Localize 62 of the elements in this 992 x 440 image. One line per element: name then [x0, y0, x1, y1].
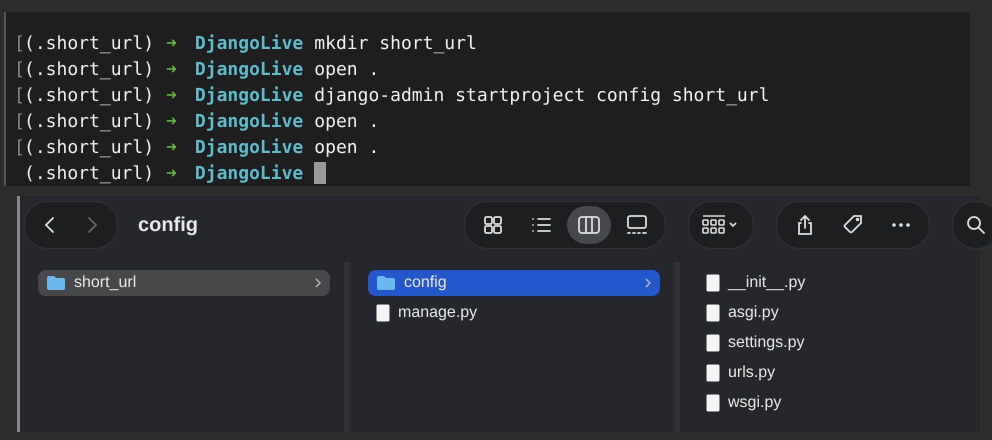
prompt-directory: DjangoLive	[194, 162, 304, 184]
grid-view-icon	[481, 213, 505, 237]
file-name: asgi.py	[728, 304, 780, 322]
command-text: open .	[314, 136, 380, 158]
command-text: mkdir short_url	[314, 32, 477, 54]
file-name: settings.py	[728, 334, 806, 352]
chevron-icon	[314, 278, 322, 288]
file-icon	[706, 304, 720, 322]
chevron-icon	[644, 278, 652, 288]
line-marker: [	[14, 32, 24, 54]
command-text: open .	[314, 110, 380, 132]
file-list-item[interactable]: manage.py	[368, 300, 660, 326]
gallery-view-icon	[625, 213, 649, 237]
file-list-item[interactable]: __init__.py	[698, 270, 966, 296]
file-list-item[interactable]: settings.py	[698, 330, 966, 356]
terminal-cursor	[314, 162, 326, 184]
view-button[interactable]	[567, 206, 611, 244]
prompt-arrow: ➜	[166, 84, 177, 106]
file-name: __init__.py	[728, 274, 806, 292]
file-icon	[376, 304, 390, 322]
prompt-env: (.short_url)	[24, 110, 154, 132]
prompt-directory: DjangoLive	[194, 84, 304, 106]
file-list-item[interactable]: asgi.py	[698, 300, 966, 326]
more-icon	[892, 223, 910, 227]
file-list-item[interactable]: config	[368, 270, 660, 296]
command-text: django-admin startproject config short_url	[314, 84, 770, 106]
file-name: short_url	[74, 274, 138, 292]
prompt-arrow: ➜	[166, 110, 177, 132]
file-name: manage.py	[398, 304, 478, 322]
file-icon	[706, 274, 720, 292]
file-list-item[interactable]: short_url	[38, 270, 330, 296]
file-icon	[706, 394, 720, 412]
prompt-directory: DjangoLive	[194, 110, 304, 132]
line-marker: [	[14, 58, 24, 80]
line-marker: [	[14, 110, 24, 132]
prompt-arrow: ➜	[166, 58, 177, 80]
file-list-item[interactable]: wsgi.py	[698, 390, 966, 416]
prompt-arrow: ➜	[166, 162, 177, 184]
prompt-directory: DjangoLive	[194, 32, 304, 54]
command-text: open .	[314, 58, 380, 80]
prompt-env: (.short_url)	[24, 84, 154, 106]
file-name: urls.py	[728, 364, 776, 382]
file-icon	[706, 334, 720, 352]
prompt-directory: DjangoLive	[194, 58, 304, 80]
line-marker: [	[14, 136, 24, 158]
file-name: wsgi.py	[728, 394, 782, 412]
prompt-env: (.short_url)	[24, 58, 154, 80]
file-name: config	[404, 274, 448, 292]
file-list-item[interactable]: urls.py	[698, 360, 966, 386]
prompt-directory: DjangoLive	[194, 136, 304, 158]
folder-icon	[46, 275, 66, 291]
prompt-env: (.short_url)	[24, 162, 154, 184]
line-marker: [	[14, 84, 24, 106]
prompt-arrow: ➜	[166, 136, 177, 158]
search-icon	[964, 213, 988, 237]
prompt-env: (.short_url)	[24, 32, 154, 54]
file-icon	[706, 364, 720, 382]
window-title: config	[138, 214, 199, 236]
folder-icon	[376, 275, 396, 291]
prompt-arrow: ➜	[166, 32, 177, 54]
prompt-env: (.short_url)	[24, 136, 154, 158]
column-view-icon	[577, 213, 601, 237]
